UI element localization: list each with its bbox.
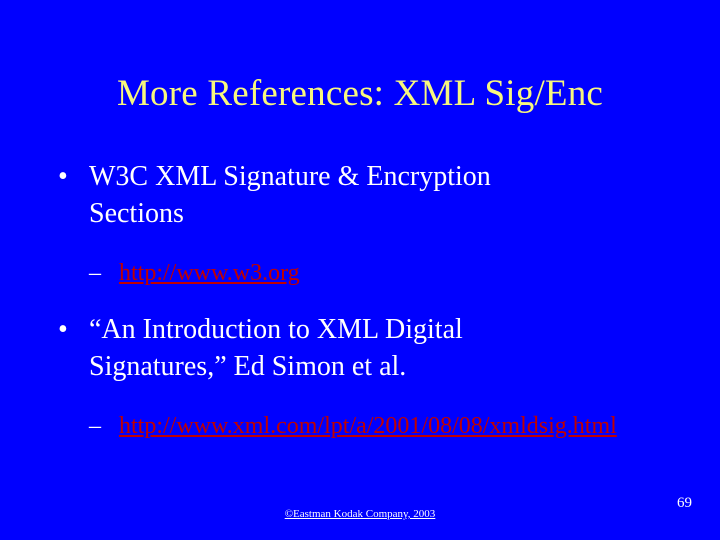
- bullet-text: “An Introduction to XML Digital Signatur…: [89, 314, 463, 382]
- footer-copyright: ©Eastman Kodak Company, 2003: [284, 508, 436, 520]
- slide-body: • W3C XML Signature & Encryption Section…: [56, 158, 696, 454]
- bullet-item-level2: – http://www.xml.com/lpt/a/2001/08/08/xm…: [56, 410, 699, 442]
- hyperlink-w3c[interactable]: http://www.w3.org: [119, 260, 300, 286]
- bullet-marker-icon: •: [58, 161, 68, 192]
- page-number: 69: [677, 495, 692, 511]
- dash-marker-icon: –: [89, 413, 101, 439]
- bullet-item-level1: • “An Introduction to XML Digital Signat…: [56, 311, 584, 385]
- bullet-item-level2: – http://www.w3.org: [56, 257, 699, 289]
- presentation-slide: More References: XML Sig/Enc • W3C XML S…: [0, 0, 720, 540]
- dash-marker-icon: –: [89, 260, 101, 286]
- bullet-marker-icon: •: [58, 314, 68, 345]
- slide-title: More References: XML Sig/Enc: [116, 73, 604, 114]
- bullet-text: W3C XML Signature & Encryption Sections: [89, 161, 491, 229]
- bullet-item-level1: • W3C XML Signature & Encryption Section…: [56, 158, 584, 232]
- hyperlink-xmldsig[interactable]: http://www.xml.com/lpt/a/2001/08/08/xmld…: [119, 413, 617, 439]
